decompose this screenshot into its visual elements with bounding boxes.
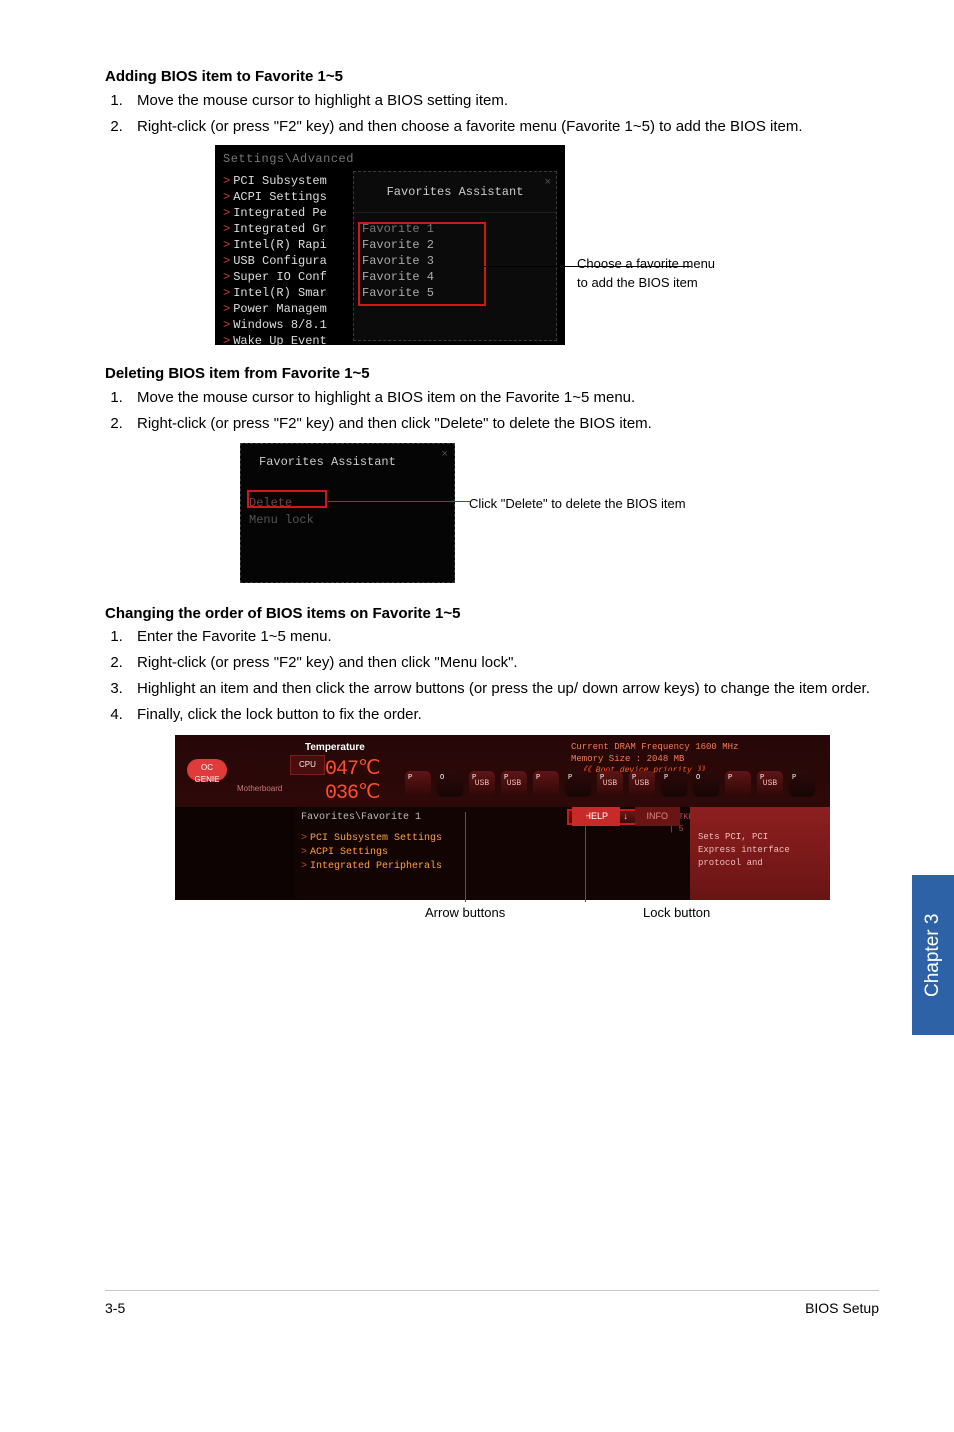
section-1-title: Adding BIOS item to Favorite 1~5	[105, 66, 879, 88]
favorite-option-5[interactable]: Favorite 5	[354, 285, 556, 301]
favorite-option-2[interactable]: Favorite 2	[354, 237, 556, 253]
oc-genie-button[interactable]: OCGENIE	[187, 759, 227, 781]
callout-line	[465, 812, 466, 902]
callout-line	[328, 501, 470, 502]
section-2-steps: Move the mouse cursor to highlight a BIO…	[105, 387, 879, 435]
arrow-down-icon[interactable]: ↓	[623, 811, 628, 824]
list-item[interactable]: >PCI Subsystem Settings	[301, 832, 690, 846]
screenshot-2-callout: Click "Delete" to delete the BIOS item	[469, 495, 686, 514]
left-panel	[175, 807, 295, 900]
settings-list: >PCI Subsystem >ACPI Settings >Integrate…	[223, 173, 349, 349]
breadcrumb: Settings\Advanced	[223, 151, 354, 168]
shield-icon[interactable]: P	[789, 771, 815, 797]
footer-divider	[105, 1290, 879, 1291]
favorite-option-1[interactable]: Favorite 1	[354, 221, 556, 237]
section-2-step-1: Move the mouse cursor to highlight a BIO…	[127, 387, 879, 409]
section-1-step-1: Move the mouse cursor to highlight a BIO…	[127, 90, 879, 112]
hdd-icon[interactable]: P	[725, 771, 751, 797]
close-icon[interactable]: ×	[441, 448, 448, 464]
popup-title: Favorites Assistant	[387, 185, 524, 199]
menu-lock-option[interactable]: Menu lock	[249, 512, 454, 529]
section-3-step-1: Enter the Favorite 1~5 menu.	[127, 626, 879, 648]
device-icon-row: P O PUSB PUSB P P PUSB PUSB P O P PUSB P	[405, 771, 815, 797]
popup-title: Favorites Assistant	[259, 455, 396, 469]
favorites-assistant-popup: Favorites Assistant × Favorite 1 Favorit…	[353, 171, 557, 341]
screenshot-1: Settings\Advanced >PCI Subsystem >ACPI S…	[215, 145, 565, 345]
temperature-label: Temperature	[305, 741, 365, 756]
motherboard-temperature-value: 036℃	[325, 779, 379, 808]
arrow-buttons-caption: Arrow buttons	[425, 904, 505, 923]
favorite-option-4[interactable]: Favorite 4	[354, 269, 556, 285]
section-3-steps: Enter the Favorite 1~5 menu. Right-click…	[105, 626, 879, 725]
section-1-step-2: Right-click (or press "F2" key) and then…	[127, 116, 879, 138]
section-3-step-2: Right-click (or press "F2" key) and then…	[127, 652, 879, 674]
screenshot-2: Favorites Assistant × Delete Menu lock	[240, 443, 455, 583]
monitor-icon[interactable]: P	[565, 771, 591, 797]
hdd-icon[interactable]: P	[533, 771, 559, 797]
help-panel: Sets PCI, PCI Express interface protocol…	[690, 807, 830, 900]
callout-line	[585, 812, 586, 902]
list-item[interactable]: >ACPI Settings	[301, 846, 690, 860]
usb-icon[interactable]: PUSB	[597, 771, 623, 797]
callout-line	[483, 266, 691, 267]
disc-icon[interactable]: O	[693, 771, 719, 797]
section-3-title: Changing the order of BIOS items on Favo…	[105, 603, 879, 625]
footer-section-name: BIOS Setup	[805, 1298, 879, 1318]
monitor-icon[interactable]: P	[405, 771, 431, 797]
section-3-step-3: Highlight an item and then click the arr…	[127, 678, 879, 700]
disc-icon[interactable]: O	[437, 771, 463, 797]
monitor-icon[interactable]: P	[661, 771, 687, 797]
motherboard-label: Motherboard	[237, 783, 282, 795]
delete-option[interactable]: Delete	[249, 495, 454, 512]
usb-icon[interactable]: PUSB	[757, 771, 783, 797]
help-tab[interactable]: HELP	[572, 807, 620, 826]
page-number: 3-5	[105, 1298, 125, 1318]
chapter-tab: Chapter 3	[912, 875, 954, 1035]
section-2-title: Deleting BIOS item from Favorite 1~5	[105, 363, 879, 385]
info-tab[interactable]: INFO	[635, 807, 681, 826]
section-1-steps: Move the mouse cursor to highlight a BIO…	[105, 90, 879, 138]
list-item[interactable]: >Integrated Peripherals	[301, 860, 690, 874]
main-panel: Favorites\Favorite 1 >PCI Subsystem Sett…	[295, 807, 690, 900]
section-2-step-2: Right-click (or press "F2" key) and then…	[127, 413, 879, 435]
usb-icon[interactable]: PUSB	[629, 771, 655, 797]
screenshot-3: OCGENIE Motherboard Temperature CPU 047℃…	[175, 735, 830, 900]
cpu-label: CPU	[290, 755, 325, 775]
section-3-step-4: Finally, click the lock button to fix th…	[127, 704, 879, 726]
screenshot-1-callout: Choose a favorite menu to add the BIOS i…	[577, 255, 715, 293]
lock-button-caption: Lock button	[643, 904, 710, 923]
usb-icon[interactable]: PUSB	[469, 771, 495, 797]
usb-icon[interactable]: PUSB	[501, 771, 527, 797]
close-icon[interactable]: ×	[544, 176, 551, 192]
